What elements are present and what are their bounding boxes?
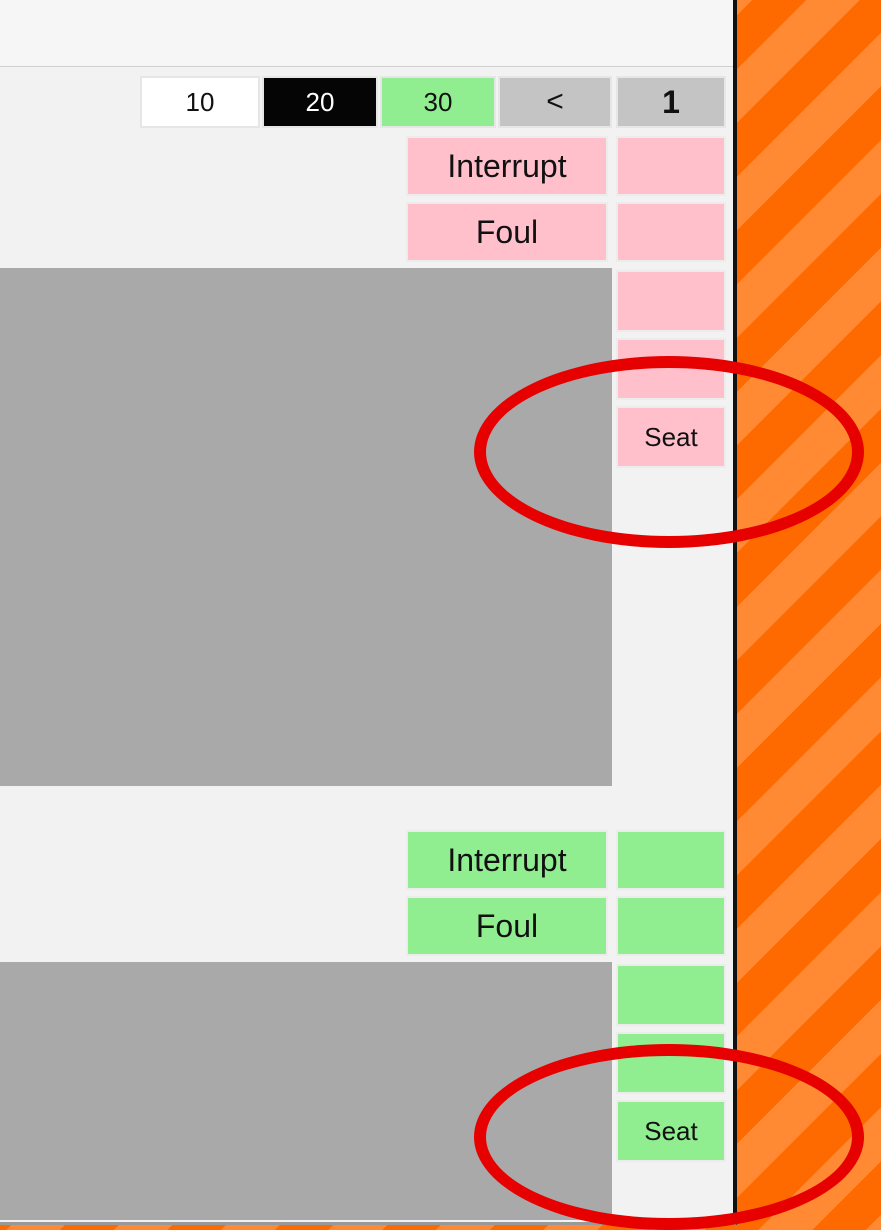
pink-content-area — [0, 268, 612, 786]
page-size-20-button[interactable]: 20 — [262, 76, 378, 128]
pink-seat-button[interactable]: Seat — [616, 406, 726, 468]
green-interrupt-button[interactable]: Interrupt — [406, 830, 608, 890]
green-foul-slot[interactable] — [616, 896, 726, 956]
previous-page-button[interactable]: < — [498, 76, 612, 128]
pink-slot[interactable] — [616, 270, 726, 332]
page-size-10-button[interactable]: 10 — [140, 76, 260, 128]
pink-interrupt-slot[interactable] — [616, 136, 726, 196]
pink-foul-slot[interactable] — [616, 202, 726, 262]
app-panel: 10 20 30 < 1 Interrupt Foul Seat Interru… — [0, 0, 737, 1225]
green-content-area — [0, 962, 612, 1220]
pink-foul-button[interactable]: Foul — [406, 202, 608, 262]
pink-interrupt-button[interactable]: Interrupt — [406, 136, 608, 196]
title-strip — [0, 0, 733, 67]
page-size-30-button[interactable]: 30 — [380, 76, 496, 128]
pink-slot[interactable] — [616, 338, 726, 400]
green-interrupt-slot[interactable] — [616, 830, 726, 890]
green-slot[interactable] — [616, 964, 726, 1026]
green-foul-button[interactable]: Foul — [406, 896, 608, 956]
green-slot[interactable] — [616, 1032, 726, 1094]
green-seat-button[interactable]: Seat — [616, 1100, 726, 1162]
page-number: 1 — [616, 76, 726, 128]
